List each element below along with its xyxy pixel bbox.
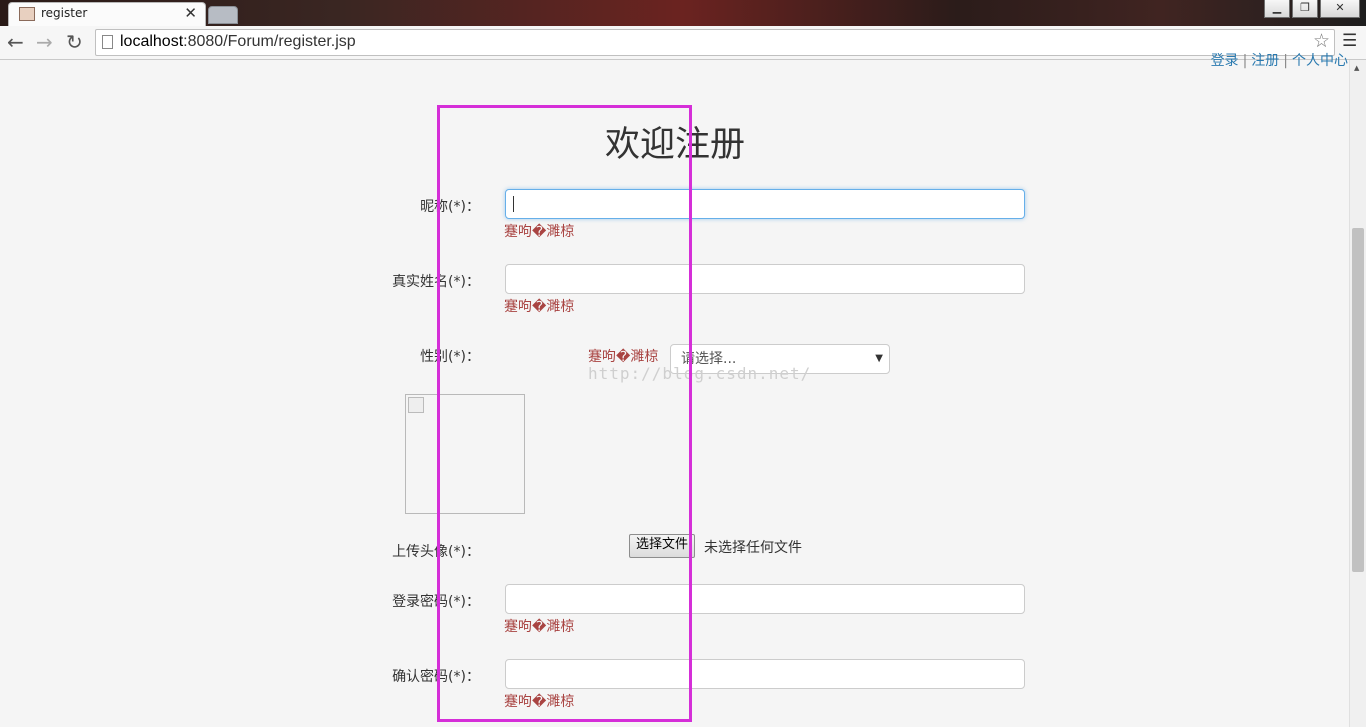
file-status: 未选择任何文件 [704, 540, 802, 556]
address-bar[interactable]: localhost:8080/Forum/register.jsp ☆ [95, 29, 1335, 56]
realname-error: 蹇呴�濉椋 [504, 299, 575, 315]
page-title: 欢迎注册 [604, 125, 745, 165]
confirm-password-input[interactable] [505, 659, 1025, 689]
top-nav-links: 登录 | 注册 | 个人中心 [1210, 53, 1348, 69]
minimize-button[interactable]: ▁ [1264, 0, 1290, 18]
avatar-label: 上传头像(*)： [392, 544, 480, 560]
broken-image-icon [408, 397, 424, 413]
menu-icon[interactable]: ☰ [1342, 31, 1357, 51]
favicon-icon [19, 7, 35, 21]
scroll-thumb[interactable] [1352, 228, 1364, 572]
text-caret [513, 196, 514, 212]
confirm-password-label: 确认密码(*)： [392, 669, 480, 685]
nickname-label: 昵称(*)： [420, 199, 480, 215]
restore-button[interactable]: ❐ [1292, 0, 1318, 18]
window-controls: ▁ ❐ ✕ [1264, 0, 1360, 18]
close-window-button[interactable]: ✕ [1320, 0, 1360, 18]
nickname-input[interactable] [505, 189, 1025, 219]
gender-label: 性别(*)： [420, 349, 480, 365]
nickname-error: 蹇呴�濉椋 [504, 224, 575, 240]
choose-file-button[interactable]: 选择文件 [629, 534, 696, 558]
reload-icon[interactable]: ↻ [66, 30, 83, 54]
chevron-down-icon: ▼ [875, 353, 883, 364]
scroll-up-icon[interactable]: ▲ [1354, 64, 1359, 72]
url-text[interactable]: localhost:8080/Forum/register.jsp [120, 33, 356, 51]
star-icon[interactable]: ☆ [1313, 30, 1330, 52]
confirm-password-error: 蹇呴�濉椋 [504, 694, 575, 710]
watermark: http://blog.csdn.net/ [588, 364, 812, 383]
realname-input[interactable] [505, 264, 1025, 294]
avatar-preview [405, 394, 525, 514]
back-icon[interactable]: ← [7, 30, 24, 54]
window-titlebar: register ✕ ▁ ❐ ✕ [0, 0, 1366, 26]
browser-toolbar: ← → ↻ localhost:8080/Forum/register.jsp … [0, 26, 1366, 60]
tab-register[interactable]: register ✕ [8, 2, 206, 26]
forward-icon[interactable]: → [36, 30, 53, 54]
register-link[interactable]: 注册 [1251, 53, 1279, 69]
gender-error: 蹇呴�濉椋 [588, 349, 659, 365]
user-center-link[interactable]: 个人中心 [1292, 53, 1348, 69]
password-label: 登录密码(*)： [392, 594, 480, 610]
page-icon [102, 35, 113, 49]
password-input[interactable] [505, 584, 1025, 614]
page-scrollbar[interactable]: ▲ [1349, 60, 1366, 727]
tab-close-icon[interactable]: ✕ [184, 4, 197, 22]
password-error: 蹇呴�濉椋 [504, 619, 575, 635]
new-tab-button[interactable] [208, 6, 238, 24]
tab-title: register [41, 6, 88, 20]
realname-label: 真实姓名(*)： [392, 274, 480, 290]
login-link[interactable]: 登录 [1211, 53, 1239, 69]
